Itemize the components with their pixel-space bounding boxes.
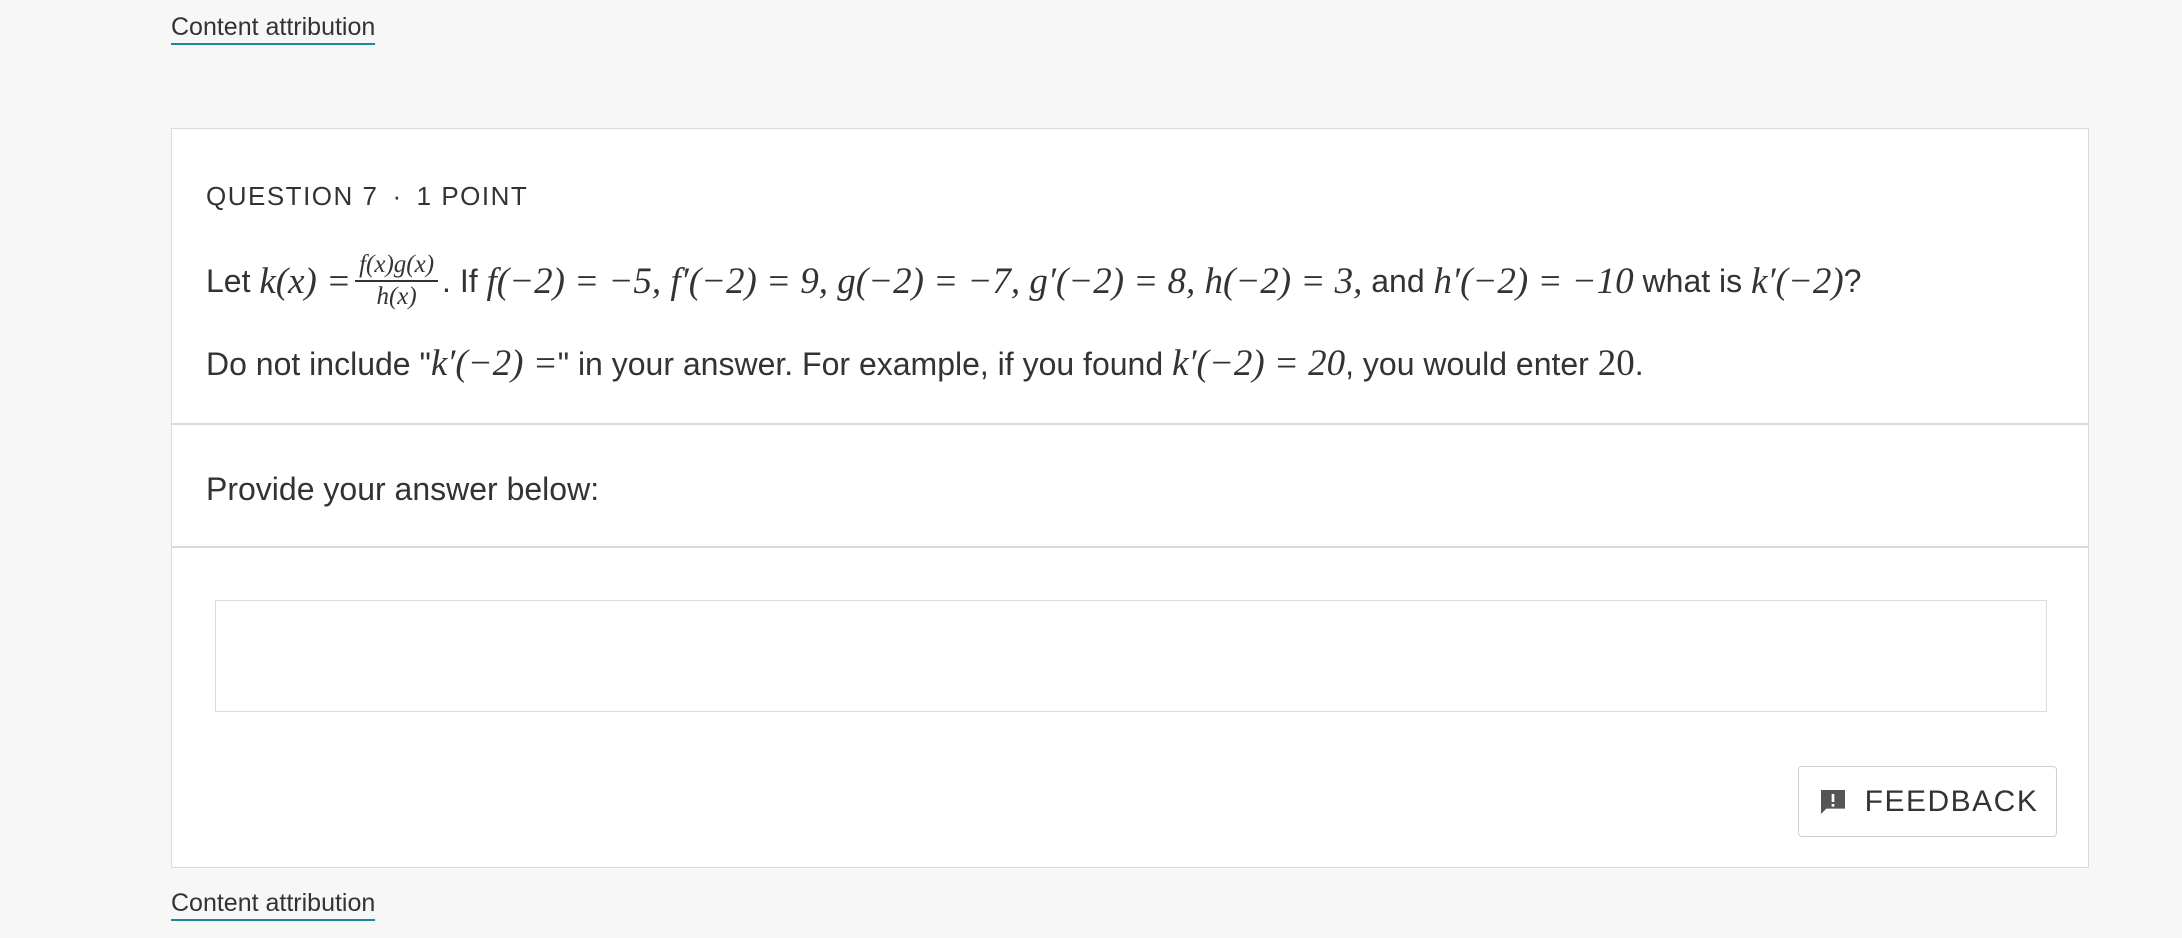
fraction-denominator: h(x) [376, 282, 417, 310]
instruction-part1: Do not include " [206, 346, 431, 382]
math-instruction-expr: k′(−2) = [430, 343, 558, 384]
feedback-button[interactable]: FEEDBACK [1798, 766, 2057, 837]
divider [172, 423, 2088, 425]
question-card: QUESTION 7 · 1 POINT Let k(x) = f(x)g(x) h… [171, 128, 2089, 868]
question-prompt: Let k(x) = f(x)g(x) h(x) . If f(−2) = −5… [206, 241, 1861, 321]
instruction-part2: " in your answer. For example, if you fo… [557, 346, 1164, 382]
header-separator: · [392, 181, 403, 211]
math-instruction-value: 20 [1597, 343, 1635, 384]
question-points: 1 POINT [416, 181, 529, 211]
prompt-if: . If [442, 262, 478, 299]
answer-input[interactable] [215, 600, 2047, 712]
feedback-alert-icon [1817, 786, 1849, 818]
question-header: QUESTION 7 · 1 POINT [206, 181, 528, 212]
question-number: QUESTION 7 [206, 181, 379, 211]
fraction: f(x)g(x) h(x) [355, 250, 439, 312]
instruction-part3: , you would enter [1345, 346, 1589, 382]
math-instruction-example: k′(−2) = 20 [1172, 343, 1346, 384]
math-target: k′(−2) [1751, 260, 1844, 302]
math-h-prime: h′(−2) = −10 [1433, 260, 1634, 302]
feedback-label: FEEDBACK [1864, 784, 2039, 818]
question-instruction: Do not include "k′(−2) =" in your answer… [206, 342, 1644, 385]
divider [172, 546, 2088, 548]
prompt-qmark: ? [1843, 262, 1862, 299]
fraction-numerator: f(x)g(x) [359, 251, 435, 279]
prompt-what-is: what is [1642, 262, 1743, 299]
math-givens: f(−2) = −5, f′(−2) = 9, g(−2) = −7, g′(−… [486, 260, 1363, 302]
math-k-of-x: k(x) = [259, 260, 352, 302]
instruction-end: . [1634, 346, 1644, 382]
content-attribution-link[interactable]: Content attribution [171, 888, 376, 921]
prompt-let: Let [206, 262, 251, 299]
prompt-and: and [1371, 262, 1425, 299]
answer-label: Provide your answer below: [206, 471, 600, 507]
content-attribution-link[interactable]: Content attribution [171, 12, 376, 45]
